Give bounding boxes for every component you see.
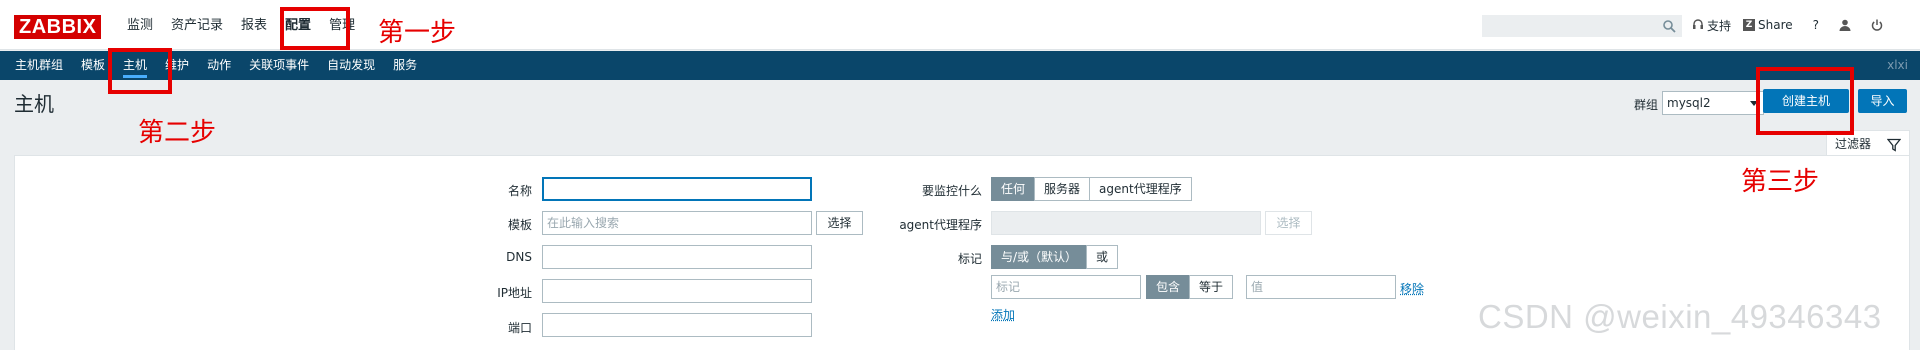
tags-label: 标记: [880, 250, 982, 267]
name-label: 名称: [470, 182, 532, 199]
top-menu-monitoring[interactable]: 监测: [118, 0, 162, 50]
monitor-label: 要监控什么: [880, 182, 982, 199]
zabbix-logo[interactable]: ZABBIX: [14, 15, 101, 39]
sub-menu-actions[interactable]: 动作: [198, 51, 240, 80]
sub-menu-services[interactable]: 服务: [384, 51, 426, 80]
tags-mode-and-or[interactable]: 与/或（默认）: [991, 245, 1087, 269]
port-label: 端口: [470, 319, 532, 336]
import-button[interactable]: 导入: [1858, 89, 1907, 113]
sub-menu: 主机群组 模板 主机 维护 动作 关联项事件 自动发现 服务: [6, 51, 426, 80]
support-label: 支持: [1707, 17, 1731, 34]
share-link[interactable]: Z Share: [1743, 18, 1793, 32]
monitor-option-proxy[interactable]: agent代理程序: [1089, 177, 1192, 201]
annotation-step1: 第一步: [378, 12, 456, 49]
monitor-segmented: 任何 服务器 agent代理程序: [991, 177, 1192, 201]
proxy-label: agent代理程序: [880, 216, 982, 233]
dns-input[interactable]: [542, 245, 812, 269]
ip-label: IP地址: [470, 284, 532, 301]
filter-icon: [1887, 138, 1901, 152]
tag-name-input[interactable]: [991, 275, 1141, 299]
dns-label: DNS: [470, 250, 532, 264]
user-profile-link[interactable]: [1839, 19, 1851, 31]
annotation-step3: 第三步: [1741, 161, 1819, 198]
port-input[interactable]: [542, 313, 812, 337]
logout-link[interactable]: [1871, 19, 1883, 31]
add-tag-link[interactable]: 添加: [991, 306, 1015, 323]
template-select-button[interactable]: 选择: [816, 211, 863, 235]
power-icon: [1871, 19, 1883, 31]
share-z-icon: Z: [1743, 19, 1755, 31]
annotation-box-step3: [1756, 67, 1854, 135]
group-label: 群组: [1634, 96, 1658, 113]
group-select[interactable]: mysql2: [1662, 91, 1764, 115]
help-link[interactable]: ?: [1813, 18, 1819, 32]
support-link[interactable]: 支持: [1692, 17, 1731, 34]
global-search: [1482, 15, 1682, 37]
page-title: 主机: [14, 88, 54, 117]
monitor-option-any[interactable]: 任何: [991, 177, 1035, 201]
sub-menu-bar: 主机群组 模板 主机 维护 动作 关联项事件 自动发现 服务 xlxi: [0, 51, 1920, 80]
name-input[interactable]: [542, 177, 812, 201]
user-icon: [1839, 19, 1851, 31]
sub-menu-discovery[interactable]: 自动发现: [318, 51, 384, 80]
monitor-option-server[interactable]: 服务器: [1034, 177, 1090, 201]
template-search-input[interactable]: [542, 211, 812, 235]
tag-value-input[interactable]: [1246, 275, 1396, 299]
help-icon: ?: [1813, 18, 1819, 32]
sub-menu-user: xlxi: [1887, 51, 1908, 80]
group-select-value: mysql2: [1667, 96, 1711, 110]
share-label: Share: [1758, 18, 1793, 32]
template-label: 模板: [470, 216, 532, 233]
tags-mode-segmented: 与/或（默认） 或: [991, 245, 1118, 269]
annotation-box-step2: [108, 48, 172, 94]
ip-input[interactable]: [542, 279, 812, 303]
remove-tag-link[interactable]: 移除: [1400, 280, 1424, 297]
tag-operator-segmented: 包含 等于: [1146, 275, 1233, 299]
headset-icon: [1692, 19, 1704, 31]
watermark: CSDN @weixin_49346343: [1478, 298, 1882, 336]
filter-tab-label: 过滤器: [1835, 137, 1871, 151]
search-icon[interactable]: [1662, 19, 1676, 33]
tag-operator-contains[interactable]: 包含: [1146, 275, 1190, 299]
top-links: 支持 Z Share ?: [1692, 0, 1883, 50]
tag-operator-equals[interactable]: 等于: [1189, 275, 1233, 299]
tags-mode-or[interactable]: 或: [1086, 245, 1118, 269]
top-menu-reports[interactable]: 报表: [232, 0, 276, 50]
top-menu-inventory[interactable]: 资产记录: [162, 0, 232, 50]
annotation-step2: 第二步: [138, 112, 216, 149]
proxy-input: [991, 211, 1261, 235]
sub-menu-host-groups[interactable]: 主机群组: [6, 51, 72, 80]
annotation-box-step1: [280, 7, 350, 50]
sub-menu-event-correlation[interactable]: 关联项事件: [240, 51, 318, 80]
proxy-select-button: 选择: [1265, 211, 1312, 235]
global-search-input[interactable]: [1483, 16, 1681, 36]
